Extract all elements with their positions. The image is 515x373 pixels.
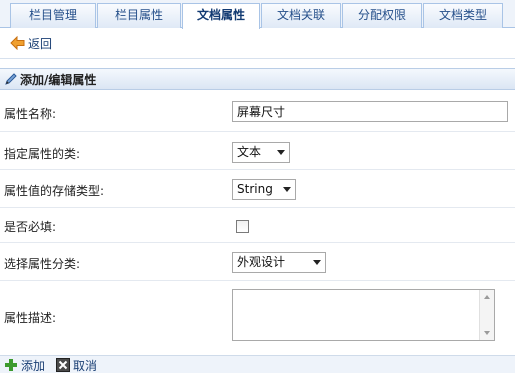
textarea-scrollbar[interactable] (479, 290, 494, 340)
section-title: 添加/编辑属性 (20, 73, 97, 87)
section-header: 添加/编辑属性 (0, 68, 515, 90)
required-checkbox[interactable] (236, 220, 249, 233)
kind-label: 指定属性的类: (4, 147, 81, 161)
attribute-category-select[interactable]: 外观设计 (232, 252, 326, 273)
back-arrow-icon (10, 35, 26, 51)
scroll-down-icon[interactable] (484, 331, 490, 335)
tab-document-relations[interactable]: 文档关联 (261, 3, 341, 28)
add-button[interactable]: 添加 (4, 358, 46, 373)
description-label: 属性描述: (4, 311, 57, 325)
attribute-category-value: 外观设计 (237, 255, 286, 269)
attribute-kind-select[interactable]: 文本 (232, 142, 290, 163)
chevron-down-icon (283, 187, 291, 192)
tab-column-attributes[interactable]: 栏目属性 (97, 3, 181, 28)
form-row-required: 是否必填: (0, 208, 515, 243)
tab-document-types[interactable]: 文档类型 (423, 3, 503, 28)
form-row-name: 属性名称: (0, 96, 515, 132)
cancel-button[interactable]: 取消 (56, 358, 98, 373)
back-label: 返回 (28, 37, 53, 51)
close-icon (56, 358, 70, 372)
tab-assign-permissions[interactable]: 分配权限 (342, 3, 422, 28)
chevron-down-icon (277, 150, 285, 155)
attribute-kind-value: 文本 (237, 145, 262, 159)
add-label: 添加 (21, 359, 46, 373)
category-label: 选择属性分类: (4, 257, 81, 271)
form-row-description: 属性描述: (0, 281, 515, 351)
back-link[interactable]: 返回 (10, 35, 53, 52)
storage-label: 属性值的存储类型: (4, 184, 105, 198)
action-bar: 添加 取消 (0, 355, 515, 373)
form-row-kind: 指定属性的类: 文本 (0, 132, 515, 170)
tab-column-management[interactable]: 栏目管理 (10, 3, 96, 28)
tab-bar: 栏目管理 栏目属性 文档属性 文档关联 分配权限 文档类型 (0, 0, 515, 29)
attribute-name-input[interactable] (232, 101, 508, 122)
storage-type-select[interactable]: String (232, 179, 296, 200)
name-label: 属性名称: (4, 107, 57, 121)
tab-document-attributes[interactable]: 文档属性 (182, 3, 260, 29)
pencil-icon (4, 71, 18, 85)
form-row-storage: 属性值的存储类型: String (0, 170, 515, 208)
cancel-label: 取消 (73, 359, 98, 373)
form-row-category: 选择属性分类: 外观设计 (0, 243, 515, 281)
storage-type-value: String (237, 182, 273, 196)
plus-icon (4, 358, 18, 372)
chevron-down-icon (313, 260, 321, 265)
required-label: 是否必填: (4, 220, 57, 234)
scroll-up-icon[interactable] (484, 295, 490, 299)
attribute-description-textarea[interactable] (232, 289, 495, 341)
divider (0, 58, 515, 59)
